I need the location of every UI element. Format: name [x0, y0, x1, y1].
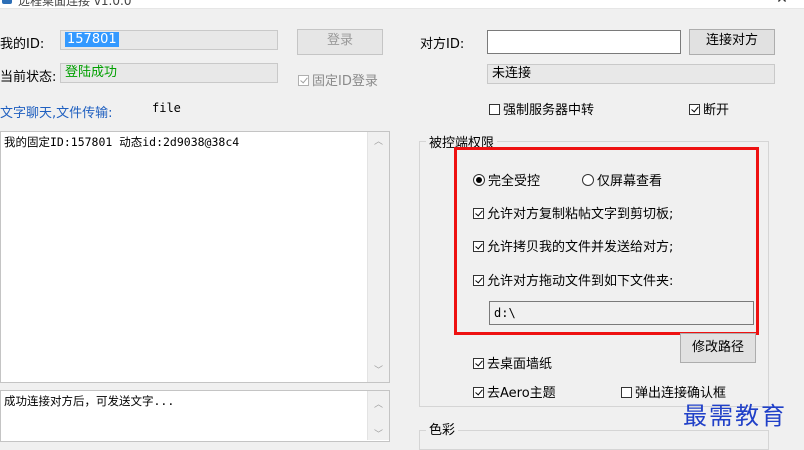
allow-clipboard-check-icon — [473, 208, 484, 219]
color-title: 色彩 — [426, 419, 459, 438]
fixed-id-login-check-icon — [298, 75, 309, 86]
confirm-popup-check-icon — [621, 387, 632, 398]
force-relay-check-icon — [489, 104, 500, 115]
log-textarea[interactable]: 我的固定ID:157801 动态id:2d9038@38c4 — [0, 131, 390, 383]
force-relay-checkbox[interactable]: 强制服务器中转 — [489, 99, 594, 118]
allow-copy-files-label: 允许拷贝我的文件并发送给对方; — [487, 240, 674, 255]
modify-path-button[interactable]: 修改路径 — [680, 333, 756, 363]
fixed-id-login-label: 固定ID登录 — [312, 74, 378, 89]
peer-id-input[interactable] — [487, 30, 681, 54]
allow-drag-files-check-icon — [473, 275, 484, 286]
connect-button[interactable]: 连接对方 — [689, 29, 775, 55]
peer-id-label: 对方ID: — [420, 37, 465, 52]
chat-scrollbar[interactable]: ︿ ﹀ — [367, 391, 389, 440]
log-text: 我的固定ID:157801 动态id:2d9038@38c4 — [4, 135, 240, 149]
chat-input[interactable]: 成功连接对方后，可发送文字... — [0, 390, 390, 442]
my-id-field[interactable]: 157801 — [60, 30, 278, 50]
chat-placeholder: 成功连接对方后，可发送文字... — [4, 394, 175, 408]
view-only-radio-icon — [582, 174, 594, 186]
app-icon — [2, 0, 12, 4]
allow-clipboard-label: 允许对方复制粘帖文字到剪切板; — [487, 207, 674, 222]
my-id-value: 157801 — [65, 32, 119, 47]
view-only-radio[interactable]: 仅屏幕查看 — [582, 170, 662, 189]
allow-copy-files-check-icon — [473, 241, 484, 252]
allow-drag-files-label: 允许对方拖动文件到如下文件夹: — [487, 274, 674, 289]
chat-label: 文字聊天,文件传输: — [0, 106, 113, 121]
allow-copy-files-checkbox[interactable]: 允许拷贝我的文件并发送给对方; — [473, 236, 673, 255]
login-button[interactable]: 登录 — [297, 29, 383, 55]
file-label: file — [152, 101, 181, 115]
log-scrollbar[interactable]: ︿ ﹀ — [367, 132, 389, 382]
remove-aero-checkbox[interactable]: 去Aero主题 — [473, 382, 556, 401]
remove-aero-check-icon — [473, 387, 484, 398]
fixed-id-login-checkbox[interactable]: 固定ID登录 — [298, 70, 378, 89]
chat-scroll-down-icon[interactable]: ﹀ — [370, 427, 387, 444]
disconnect-checkbox[interactable]: 断开 — [689, 99, 729, 118]
chat-scroll-up-icon[interactable]: ︿ — [370, 397, 387, 414]
my-id-label: 我的ID: — [0, 37, 45, 52]
full-control-label: 完全受控 — [488, 174, 541, 189]
folder-path-field[interactable]: d:\ — [489, 301, 754, 325]
scroll-up-icon[interactable]: ︿ — [370, 134, 387, 151]
remove-wallpaper-check-icon — [473, 358, 484, 369]
color-groupbox — [419, 430, 769, 450]
status-label: 当前状态: — [0, 70, 57, 85]
minimize-icon[interactable]: — — [742, 0, 756, 6]
full-control-radio[interactable]: 完全受控 — [473, 170, 540, 189]
disconnect-check-icon — [689, 104, 700, 115]
force-relay-label: 强制服务器中转 — [503, 103, 595, 118]
remove-aero-label: 去Aero主题 — [487, 386, 556, 401]
title-bar: 远程桌面连接 v1.0.0 — ✕ — [0, 0, 804, 9]
status-value: 登陆成功 — [60, 63, 278, 83]
view-only-label: 仅屏幕查看 — [597, 174, 663, 189]
allow-drag-files-checkbox[interactable]: 允许对方拖动文件到如下文件夹: — [473, 270, 673, 289]
connection-status: 未连接 — [487, 64, 775, 84]
allow-clipboard-checkbox[interactable]: 允许对方复制粘帖文字到剪切板; — [473, 203, 673, 222]
window-title: 远程桌面连接 v1.0.0 — [18, 0, 132, 8]
disconnect-label: 断开 — [703, 103, 730, 118]
watermark-text: 最需教育 — [683, 402, 787, 430]
remove-wallpaper-checkbox[interactable]: 去桌面墙纸 — [473, 353, 552, 372]
scroll-down-icon[interactable]: ﹀ — [370, 363, 387, 380]
full-control-radio-icon — [473, 174, 485, 186]
remove-wallpaper-label: 去桌面墙纸 — [487, 357, 553, 372]
close-icon[interactable]: ✕ — [775, 0, 789, 7]
